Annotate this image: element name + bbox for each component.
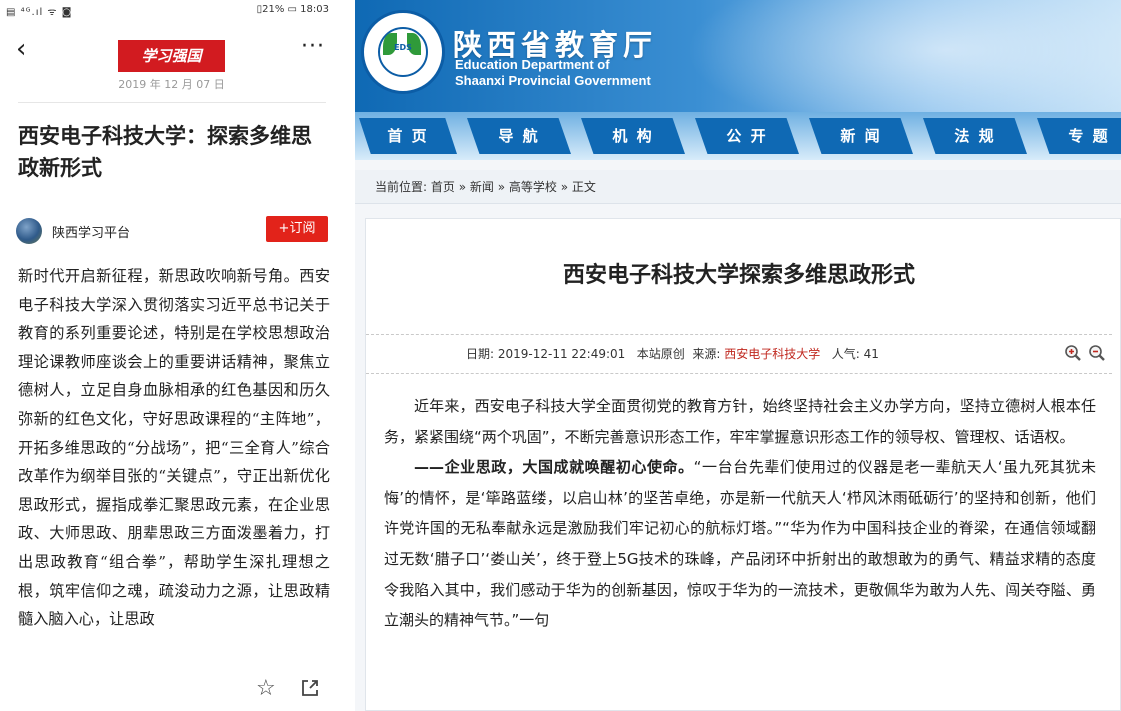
meta-source-label: 来源: bbox=[692, 347, 725, 361]
breadcrumb-news[interactable]: 新闻 bbox=[470, 180, 494, 194]
paragraph-text: “一台台先辈们使用过的仪器是老一辈航天人‘虽九死其犹未悔’的情怀，是‘筚路蓝缕，… bbox=[384, 458, 1096, 630]
meta-line: 日期: 2019-12-11 22:49:01 本站原创 来源: 西安电子科技大… bbox=[466, 335, 879, 373]
site-title-en-line2: Shaanxi Provincial Government bbox=[455, 73, 651, 88]
nav-navigation[interactable]: 导 航 bbox=[467, 118, 571, 154]
nav-regulations[interactable]: 法 规 bbox=[923, 118, 1027, 154]
breadcrumb-separator: » bbox=[556, 180, 572, 194]
status-bar-battery-time: ▯21% ▭ 18:03 bbox=[256, 4, 329, 15]
meta-date-label: 日期: bbox=[466, 347, 498, 361]
author-row: 陕西学习平台 +订阅 bbox=[16, 214, 328, 246]
main-nav: 首 页 导 航 机 构 公 开 新 闻 法 规 专 题 bbox=[355, 112, 1121, 160]
article-topbar: ‹ 学习强国 ··· 2019 年 12 月 07 日 bbox=[0, 26, 343, 96]
bottom-action-bar: ☆ bbox=[0, 672, 343, 711]
breadcrumb: 当前位置: 首页 » 新闻 » 高等学校 » 正文 bbox=[355, 170, 1121, 204]
article-paragraph: 近年来，西安电子科技大学全面贯彻党的教育方针，始终坚持社会主义办学方向，坚持立德… bbox=[384, 397, 1096, 446]
breadcrumb-separator: » bbox=[493, 180, 509, 194]
status-bar-signal: ▤ ⁴ᴳ.ıl ᯤ ◙ bbox=[6, 7, 73, 18]
meta-views-label: 人气: bbox=[831, 347, 864, 361]
header-glow bbox=[685, 0, 1121, 112]
mobile-article-screen: ▤ ⁴ᴳ.ıl ᯤ ◙ ▯21% ▭ 18:03 ‹ 学习强国 ··· 2019… bbox=[0, 0, 343, 711]
zoom-in-icon[interactable] bbox=[1064, 344, 1082, 362]
site-header: EDS 陕西省教育厅 Education Department of Shaan… bbox=[355, 0, 1121, 112]
meta-views: 41 bbox=[863, 347, 879, 361]
site-title-en-line1: Education Department of bbox=[455, 57, 610, 72]
author-name[interactable]: 陕西学习平台 bbox=[52, 222, 130, 241]
nav-news[interactable]: 新 闻 bbox=[809, 118, 913, 154]
department-emblem[interactable]: EDS bbox=[361, 10, 445, 94]
paragraph-heading: ——企业思政，大国成就唤醒初心使命。 bbox=[414, 458, 694, 477]
status-bar: ▤ ⁴ᴳ.ıl ᯤ ◙ ▯21% ▭ 18:03 bbox=[0, 0, 343, 22]
back-arrow-icon[interactable]: ‹ bbox=[16, 36, 26, 62]
zoom-out-icon[interactable] bbox=[1088, 344, 1106, 362]
nav-institutions[interactable]: 机 构 bbox=[581, 118, 685, 154]
more-icon[interactable]: ··· bbox=[301, 36, 325, 58]
nav-home[interactable]: 首 页 bbox=[359, 118, 457, 154]
article-body: 近年来，西安电子科技大学全面贯彻党的教育方针，始终坚持社会主义办学方向，坚持立德… bbox=[384, 391, 1096, 711]
panel-divider bbox=[343, 0, 355, 711]
breadcrumb-universities[interactable]: 高等学校 bbox=[509, 180, 557, 194]
breadcrumb-separator: » bbox=[454, 180, 470, 194]
breadcrumb-current: 正文 bbox=[571, 180, 596, 194]
publish-date: 2019 年 12 月 07 日 bbox=[118, 78, 225, 91]
article-title: 西安电子科技大学：探索多维思政新形式 bbox=[18, 123, 312, 180]
article-meta: 日期: 2019-12-11 22:49:01 本站原创 来源: 西安电子科技大… bbox=[366, 334, 1112, 374]
nav-topics[interactable]: 专 题 bbox=[1037, 118, 1121, 154]
meta-source[interactable]: 西安电子科技大学 bbox=[724, 347, 820, 361]
avatar[interactable] bbox=[16, 218, 42, 244]
breadcrumb-home[interactable]: 首页 bbox=[431, 180, 455, 194]
star-icon[interactable]: ☆ bbox=[256, 676, 276, 701]
meta-date: 2019-12-11 22:49:01 bbox=[497, 347, 626, 361]
article-paragraph: ——企业思政，大国成就唤醒初心使命。“一台台先辈们使用过的仪器是老一辈航天人‘虽… bbox=[384, 452, 1096, 636]
nav-public-info[interactable]: 公 开 bbox=[695, 118, 799, 154]
subscribe-button[interactable]: +订阅 bbox=[266, 216, 328, 242]
breadcrumb-prefix: 当前位置: bbox=[375, 180, 431, 194]
emblem-text: EDS bbox=[394, 43, 412, 52]
article-body: 新时代开启新征程，新思政吹响新号角。西安电子科技大学深入贯彻落实习近平总书记关于… bbox=[18, 267, 330, 629]
meta-original: 本站原创 bbox=[636, 347, 685, 361]
share-icon[interactable] bbox=[300, 678, 320, 698]
divider bbox=[18, 102, 326, 103]
education-site-page: EDS 陕西省教育厅 Education Department of Shaan… bbox=[355, 0, 1121, 711]
article-container: 西安电子科技大学探索多维思政形式 日期: 2019-12-11 22:49:01… bbox=[365, 218, 1121, 711]
page-title: 西安电子科技大学探索多维思政形式 bbox=[562, 263, 915, 288]
xuexi-logo: 学习强国 bbox=[118, 40, 225, 72]
